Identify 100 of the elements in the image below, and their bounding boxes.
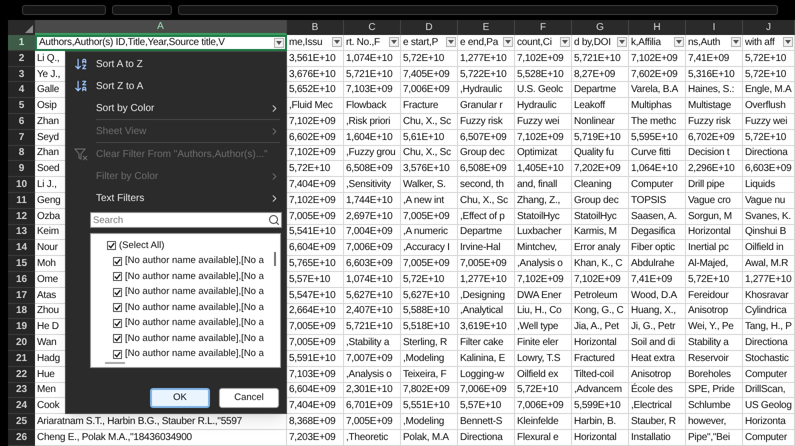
table-cell-text: Fuzzy risk	[687, 114, 730, 129]
table-cell-text: Irvine-Hal	[459, 241, 500, 256]
row-number[interactable]: 8	[8, 146, 35, 162]
table-cell-text: Walker, S.	[402, 178, 446, 192]
row-number[interactable]: 25	[8, 414, 35, 430]
row-number[interactable]: 9	[8, 161, 35, 178]
row-number[interactable]: 20	[8, 335, 35, 351]
filter-button[interactable]	[274, 38, 284, 48]
table-cell-text: Optimizat	[516, 146, 557, 160]
column-header[interactable]: A	[35, 20, 287, 35]
search-field[interactable]: Search	[90, 212, 282, 228]
column-header[interactable]: I	[686, 20, 743, 35]
row-number[interactable]: 6	[8, 114, 35, 130]
checkbox[interactable]	[113, 272, 122, 282]
row-number[interactable]: 4	[8, 82, 35, 98]
caret-icon	[562, 40, 568, 44]
value-list-item[interactable]: [No author name available],[No a	[91, 284, 280, 300]
row-number[interactable]: 15	[8, 256, 35, 272]
filter-button[interactable]	[332, 37, 342, 48]
table-cell-text: Qinshui B	[744, 225, 786, 240]
row-number[interactable]: 7	[8, 130, 35, 146]
checkbox[interactable]	[113, 350, 122, 359]
toolbar-field[interactable]	[178, 5, 778, 15]
table-cell-text: 7,102E+09	[516, 52, 564, 66]
column-header[interactable]: B	[287, 20, 344, 35]
cancel-button[interactable]: Cancel	[219, 388, 279, 408]
column-header[interactable]: G	[572, 20, 629, 35]
column-header[interactable]: H	[629, 20, 686, 35]
resize-handle[interactable]	[105, 362, 125, 364]
menu-item[interactable]: Sort Z to A	[66, 75, 286, 97]
row-number[interactable]: 13	[8, 224, 35, 240]
ok-button[interactable]: OK	[150, 388, 210, 408]
value-list-item[interactable]: [No author name available],[No a	[91, 300, 280, 316]
filter-button[interactable]	[731, 37, 741, 48]
filter-button[interactable]	[674, 37, 684, 48]
row-number[interactable]: 16	[8, 272, 35, 288]
row-number[interactable]: 1	[8, 35, 35, 51]
table-cell-text: 7,41E+09	[630, 272, 672, 287]
row-number[interactable]: 2	[8, 50, 35, 67]
filter-button[interactable]	[503, 37, 513, 48]
row-number[interactable]: 10	[8, 177, 35, 193]
filter-button[interactable]	[617, 37, 627, 48]
table-cell-text: 7,006E+09	[345, 241, 392, 256]
row-number[interactable]: 23	[8, 382, 35, 398]
row-number[interactable]: 17	[8, 288, 35, 304]
select-all-corner[interactable]	[8, 20, 35, 35]
table-cell-text: Fracture	[402, 99, 438, 113]
filter-button[interactable]	[783, 37, 793, 48]
row-number[interactable]: 24	[8, 398, 35, 414]
checkbox[interactable]	[107, 241, 116, 250]
toolbar-field[interactable]	[112, 5, 172, 15]
menu-item[interactable]: Text Filters	[66, 187, 286, 209]
menu-item[interactable]: Sort by Color	[66, 97, 286, 119]
menu-item[interactable]: Sort A to Z	[66, 53, 286, 75]
row-number[interactable]: 11	[8, 192, 35, 209]
table-cell-text: Tilted-coil	[573, 368, 614, 382]
checkbox[interactable]	[113, 318, 122, 328]
table-cell-text: 7,006E+09	[402, 83, 450, 98]
table-cell-text: Ye J.,	[36, 68, 60, 82]
row-number[interactable]: 19	[8, 319, 35, 336]
row-number[interactable]: 5	[8, 98, 35, 114]
value-list-item[interactable]: [No author name available],[No a	[91, 254, 280, 269]
filter-button[interactable]	[446, 37, 456, 48]
table-cell-text: Sorgun, M	[687, 210, 732, 224]
column-header[interactable]: D	[401, 20, 458, 35]
row-number[interactable]: 18	[8, 304, 35, 320]
row-number[interactable]: 22	[8, 366, 35, 383]
column-header[interactable]: C	[344, 20, 401, 35]
value-list-item[interactable]: [No author name available],[No a	[91, 269, 280, 284]
row-number[interactable]: 26	[8, 430, 35, 446]
checkbox[interactable]	[113, 256, 122, 266]
table-cell-text: 5,72E+10	[516, 383, 558, 398]
row-number[interactable]: 14	[8, 240, 35, 256]
table-cell-text: 2,407E+10	[345, 304, 392, 318]
column-header[interactable]: J	[743, 20, 795, 35]
table-cell-text: 7,007E+09	[345, 352, 392, 366]
table-cell-text: second, th	[459, 178, 504, 192]
header-cell-text: with aff	[744, 36, 774, 50]
column-header[interactable]: E	[458, 20, 515, 35]
row-number[interactable]: 12	[8, 208, 35, 225]
value-list-item[interactable]: (Select All)	[91, 238, 280, 254]
row-number[interactable]: 21	[8, 350, 35, 367]
column-header[interactable]: F	[515, 20, 572, 35]
table-cell-text: 6,508E+09	[345, 162, 392, 176]
row-number[interactable]: 3	[8, 66, 35, 82]
filter-button[interactable]	[389, 37, 399, 48]
checkbox[interactable]	[113, 334, 122, 344]
table-cell-text: Luxbacher	[516, 225, 562, 240]
toolbar-field[interactable]	[22, 5, 106, 15]
value-list-item[interactable]: [No author name available],[No a	[91, 316, 280, 331]
table-cell-text: Leakoff	[573, 99, 605, 113]
table-cell-text: Cheng E., Polak M.A.,"18436034900	[36, 430, 192, 445]
checkbox[interactable]	[113, 303, 122, 312]
value-list-item[interactable]: [No author name available],[No a	[91, 346, 280, 362]
filter-button[interactable]	[560, 37, 570, 48]
scrollbar-thumb[interactable]	[274, 252, 276, 266]
value-list-item[interactable]: [No author name available],[No a	[91, 331, 280, 346]
table-cell-text: Al-Majed,	[687, 257, 728, 271]
table-cell-text: Fuzzy wei	[744, 114, 788, 129]
checkbox[interactable]	[113, 288, 122, 297]
